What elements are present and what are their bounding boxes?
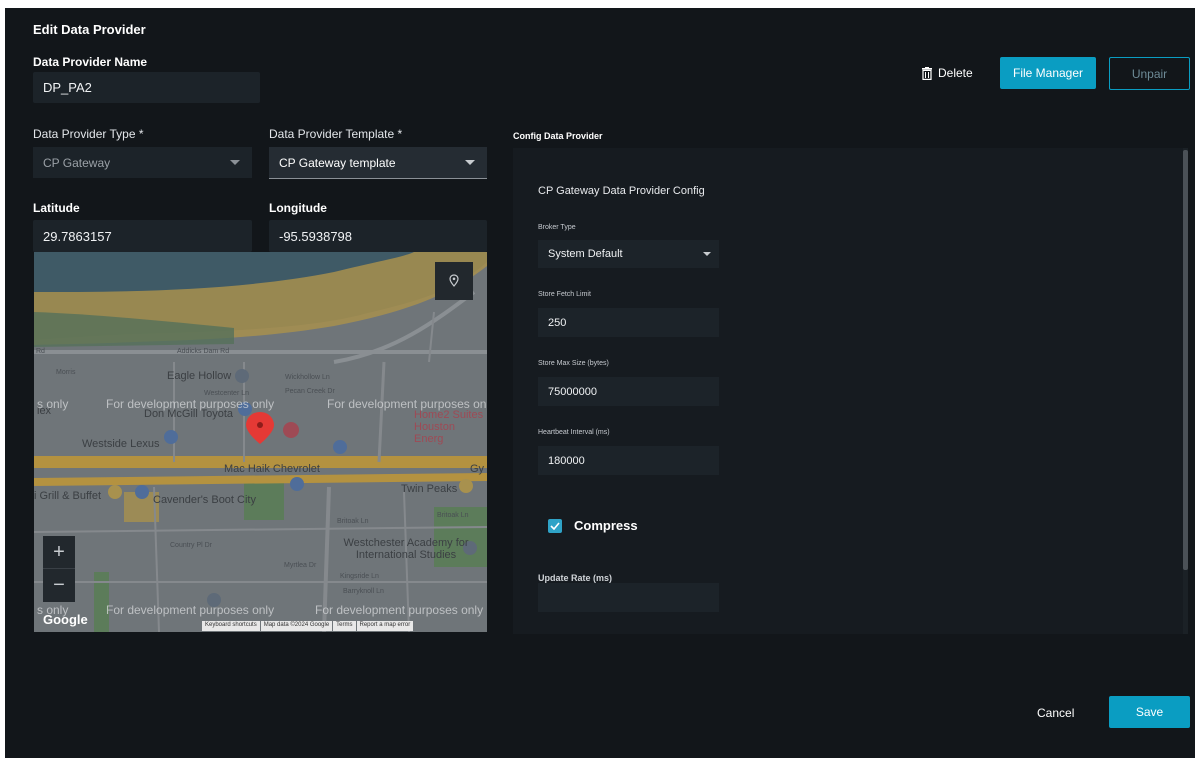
template-select[interactable]: CP Gateway template: [269, 147, 487, 179]
road-label: Barryknoll Ln: [343, 588, 384, 595]
name-value: DP_PA2: [43, 80, 92, 95]
config-section-title: Config Data Provider: [513, 131, 603, 141]
terms-link[interactable]: Terms: [333, 621, 356, 631]
compress-label: Compress: [574, 518, 638, 533]
delete-label: Delete: [938, 66, 973, 80]
scrollbar-track[interactable]: [1183, 148, 1188, 634]
zoom-controls: + −: [43, 536, 75, 602]
update-rate-input[interactable]: [538, 583, 719, 612]
chevron-down-icon: [230, 160, 240, 165]
map-data-text: Map data ©2024 Google: [260, 621, 333, 631]
place-label: Gy: [470, 463, 485, 475]
checkbox-checked-icon: [548, 518, 562, 533]
config-panel: CP Gateway Data Provider Config Broker T…: [513, 148, 1188, 634]
template-label: Data Provider Template *: [269, 127, 403, 141]
heartbeat-label: Heartbeat Interval (ms): [538, 429, 610, 436]
place-label: Eagle Hollow: [167, 370, 232, 382]
broker-type-value: System Default: [548, 248, 623, 260]
my-location-button[interactable]: [435, 262, 473, 300]
place-label: i Grill & Buffet: [34, 490, 102, 502]
save-button[interactable]: Save: [1109, 696, 1190, 728]
broker-type-label: Broker Type: [538, 224, 576, 231]
heartbeat-value: 180000: [548, 454, 585, 467]
max-size-value: 75000000: [548, 385, 597, 398]
template-value: CP Gateway template: [279, 155, 396, 170]
config-title: CP Gateway Data Provider Config: [538, 185, 705, 197]
road-label: Westcenter Ln: [204, 390, 250, 397]
chevron-down-icon: [703, 252, 711, 256]
broker-type-select[interactable]: System Default: [538, 240, 719, 268]
longitude-value: -95.5938798: [279, 228, 353, 244]
place-label: Twin Peaks: [401, 483, 458, 495]
type-value: CP Gateway: [43, 155, 111, 170]
chevron-down-icon: [465, 160, 475, 165]
road-label: Britoak Ln: [337, 518, 369, 525]
fetch-limit-input[interactable]: 250: [538, 308, 719, 337]
longitude-label: Longitude: [269, 201, 327, 215]
report-map-error-link[interactable]: Report a map error: [356, 621, 414, 631]
cancel-button[interactable]: Cancel: [1037, 706, 1074, 720]
page-title: Edit Data Provider: [33, 22, 146, 37]
map-attribution: Keyboard shortcuts Map data ©2024 Google…: [202, 621, 414, 631]
fetch-limit-value: 250: [548, 316, 567, 329]
map-watermark: For development purposes only: [106, 603, 275, 617]
longitude-input[interactable]: -95.5938798: [269, 220, 487, 252]
road-label: Rd: [36, 348, 45, 355]
road-label: Country Pl Dr: [170, 542, 213, 549]
name-input[interactable]: DP_PA2: [33, 72, 260, 103]
update-rate-label: Update Rate (ms): [538, 573, 613, 583]
road-label: Wickhollow Ln: [285, 374, 330, 381]
latitude-input[interactable]: 29.7863157: [33, 220, 252, 252]
type-label: Data Provider Type *: [33, 127, 144, 141]
map-view[interactable]: Addicks Dam Rd Rd Morris Wickhollow Ln P…: [34, 252, 487, 632]
google-logo: Google: [43, 612, 88, 627]
name-label: Data Provider Name: [33, 55, 148, 69]
edit-data-provider-dialog: Edit Data Provider Data Provider Name DP…: [5, 8, 1195, 758]
zoom-in-button[interactable]: +: [43, 536, 75, 569]
fetch-limit-label: Store Fetch Limit: [538, 291, 591, 298]
road-label: Morris: [56, 369, 76, 376]
delete-button[interactable]: Delete: [921, 66, 973, 80]
latitude-label: Latitude: [33, 201, 80, 215]
place-label: Westside Lexus: [82, 438, 160, 450]
max-size-label: Store Max Size (bytes): [538, 360, 609, 367]
scrollbar-thumb[interactable]: [1183, 150, 1188, 570]
max-size-input[interactable]: 75000000: [538, 377, 719, 406]
place-label: Cavender's Boot City: [153, 494, 256, 506]
keyboard-shortcuts-link[interactable]: Keyboard shortcuts: [202, 621, 260, 631]
road-label: Kingsride Ln: [340, 573, 379, 580]
unpair-button[interactable]: Unpair: [1109, 57, 1190, 90]
file-manager-button[interactable]: File Manager: [1000, 57, 1096, 89]
location-pin-icon: [449, 274, 459, 287]
map-watermark: For development purposes only: [315, 603, 484, 617]
zoom-out-button[interactable]: −: [43, 569, 75, 602]
road-label: Britoak Ln: [437, 512, 469, 519]
type-select[interactable]: CP Gateway: [33, 147, 252, 178]
map-watermark: s only: [37, 397, 69, 411]
heartbeat-input[interactable]: 180000: [538, 446, 719, 475]
compress-checkbox[interactable]: Compress: [548, 518, 638, 533]
road-label: Myrtlea Dr: [284, 562, 317, 569]
place-label: Westchester Academy for International St…: [343, 537, 469, 561]
place-label: Mac Haik Chevrolet: [224, 463, 320, 475]
map-watermark: For development purposes only: [106, 397, 275, 411]
map-watermark: For development purposes only: [327, 397, 487, 411]
latitude-value: 29.7863157: [43, 228, 112, 244]
road-label: Pecan Creek Dr: [285, 388, 335, 395]
road-label: Addicks Dam Rd: [177, 348, 230, 355]
place-label: Home2 Suites Houston Energ: [414, 409, 484, 445]
trash-icon: [922, 66, 932, 80]
